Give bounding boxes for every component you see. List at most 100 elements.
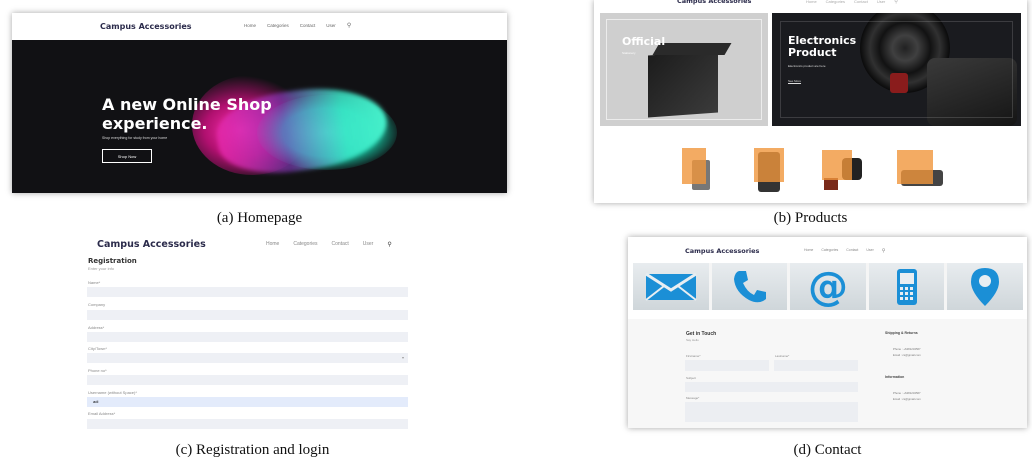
username-label: Username (without Space)* xyxy=(88,390,137,395)
nav-item-categories[interactable]: Categories xyxy=(826,0,845,5)
search-icon[interactable]: ⚲ xyxy=(894,0,898,5)
nav-item-home[interactable]: Home xyxy=(804,248,813,254)
address-label: Address* xyxy=(88,325,105,330)
nav-menu: Home Categories Contact User ⚲ xyxy=(804,248,885,254)
lastname-label: Lastname* xyxy=(775,354,790,358)
registration-subtitle: Enter your info xyxy=(88,266,115,271)
nav-menu: Home Categories Contact User ⚲ xyxy=(244,23,351,29)
company-field[interactable] xyxy=(87,310,408,320)
email-field[interactable] xyxy=(87,419,408,429)
product-thumb-4[interactable] xyxy=(897,150,945,188)
shipping-title: Shipping & Returns xyxy=(885,331,918,335)
caption-contact: (d) Contact xyxy=(793,442,862,458)
message-textarea[interactable] xyxy=(685,402,858,422)
email-label: Email Address* xyxy=(88,411,116,416)
shop-now-button[interactable]: Shop Now xyxy=(102,149,152,163)
username-field[interactable]: adi xyxy=(87,397,408,407)
nav-item-categories[interactable]: Categories xyxy=(821,248,838,254)
shipping-phone: Phone : +6281234567 xyxy=(893,347,921,351)
brand-logo[interactable]: Campus Accessories xyxy=(97,239,206,250)
product-highlight-box xyxy=(754,148,784,182)
nav-item-user[interactable]: User xyxy=(866,248,873,254)
subject-field[interactable] xyxy=(685,382,858,392)
nav-item-home[interactable]: Home xyxy=(266,241,279,248)
category-card-official[interactable]: Official Stationery xyxy=(600,13,768,126)
at-sign-icon: @ xyxy=(807,263,848,310)
caption-products: (b) Products xyxy=(773,210,848,226)
nav-item-user[interactable]: User xyxy=(363,241,374,248)
firstname-label: Firstname* xyxy=(686,354,701,358)
products-screenshot: Campus Accessories Home Categories Conta… xyxy=(594,0,1027,203)
search-icon[interactable]: ⚲ xyxy=(347,22,351,29)
stationery-holder-image xyxy=(648,50,718,118)
banner-tile-mail xyxy=(633,263,712,310)
search-icon[interactable]: ⚲ xyxy=(387,241,391,248)
nav-item-categories[interactable]: Categories xyxy=(267,23,289,29)
homepage-screenshot: Campus Accessories Home Categories Conta… xyxy=(12,13,507,193)
nav-item-contact[interactable]: Contact xyxy=(332,241,349,248)
contact-subtitle: Say Hello xyxy=(686,338,699,342)
card-electronics-subtitle: Electronics product are here xyxy=(788,64,826,68)
mail-icon xyxy=(644,272,697,301)
phone-label: Phone no* xyxy=(88,368,107,373)
lastname-field[interactable] xyxy=(774,360,858,371)
product-highlight-box xyxy=(822,150,852,180)
contact-body: Get in Touch Say Hello Firstname* Lastna… xyxy=(628,319,1027,428)
info-title: Information xyxy=(885,375,905,379)
product-highlight-box xyxy=(897,150,933,184)
nav-item-home[interactable]: Home xyxy=(244,23,256,29)
product-thumb-3[interactable] xyxy=(822,150,862,190)
mobile-phone-icon xyxy=(896,268,917,305)
banner-tile-mobile xyxy=(869,263,948,310)
contact-banner: @ xyxy=(633,263,1023,310)
address-field[interactable] xyxy=(87,332,408,342)
subject-label: Subject xyxy=(686,376,697,380)
nav-item-home[interactable]: Home xyxy=(806,0,817,5)
card-official-title: Official xyxy=(622,35,666,48)
product-thumb-2[interactable] xyxy=(754,148,784,192)
registration-screenshot: Campus Accessories Home Categories Conta… xyxy=(80,233,425,433)
nav-item-categories[interactable]: Categories xyxy=(293,241,317,248)
nav-menu: Home Categories Contact User ⚲ xyxy=(266,241,392,248)
search-icon[interactable]: ⚲ xyxy=(882,248,886,254)
card-electronics-title: Electronics Product xyxy=(788,34,857,59)
city-label: City/Town* xyxy=(88,346,107,351)
brand-logo[interactable]: Campus Accessories xyxy=(685,247,759,255)
hero-title: A new Online Shop experience. xyxy=(102,95,272,133)
banner-tile-location xyxy=(947,263,1023,310)
nav-item-user[interactable]: User xyxy=(326,23,336,29)
nav-item-contact[interactable]: Contact xyxy=(300,23,316,29)
banner-tile-phone xyxy=(712,263,791,310)
phone-field[interactable] xyxy=(87,375,408,385)
banner-tile-at: @ xyxy=(790,263,869,310)
card-official-subtitle: Stationery xyxy=(622,51,636,55)
chevron-down-icon: ▾ xyxy=(401,355,404,360)
brand-logo[interactable]: Campus Accessories xyxy=(100,22,192,31)
info-phone: Phone : +6281234567 xyxy=(893,391,921,395)
registration-title: Registration xyxy=(88,257,137,265)
city-select[interactable]: ▾ xyxy=(87,353,408,363)
location-pin-icon xyxy=(971,267,1000,306)
nav-item-contact[interactable]: Contact xyxy=(846,248,858,254)
contact-screenshot: Campus Accessories Home Categories Conta… xyxy=(628,237,1027,428)
nav-menu: Home Categories Contact User ⚲ xyxy=(806,0,898,5)
navbar: Campus Accessories Home Categories Conta… xyxy=(12,13,507,40)
phone-icon xyxy=(734,270,767,302)
name-field[interactable] xyxy=(87,287,408,297)
contact-title: Get in Touch xyxy=(686,331,717,337)
info-email: Email : cs@gmail.com xyxy=(893,397,921,401)
shipping-email: Email : cs@gmail.com xyxy=(893,353,921,357)
see-more-link[interactable]: See More xyxy=(788,79,801,83)
hero-banner: A new Online Shop experience. Shop every… xyxy=(12,40,507,193)
caption-homepage: (a) Homepage xyxy=(216,210,303,226)
caption-registration: (c) Registration and login xyxy=(175,442,330,458)
product-highlight-box xyxy=(682,148,706,184)
navbar: Campus Accessories Home Categories Conta… xyxy=(80,233,425,250)
message-label: Message* xyxy=(686,396,700,400)
brand-logo[interactable]: Campus Accessories xyxy=(677,0,751,5)
product-thumb-1[interactable] xyxy=(682,148,712,190)
firstname-field[interactable] xyxy=(685,360,769,371)
nav-item-user[interactable]: User xyxy=(877,0,885,5)
nav-item-contact[interactable]: Contact xyxy=(854,0,868,5)
category-card-electronics[interactable]: Electronics Product Electronics product … xyxy=(772,13,1021,126)
